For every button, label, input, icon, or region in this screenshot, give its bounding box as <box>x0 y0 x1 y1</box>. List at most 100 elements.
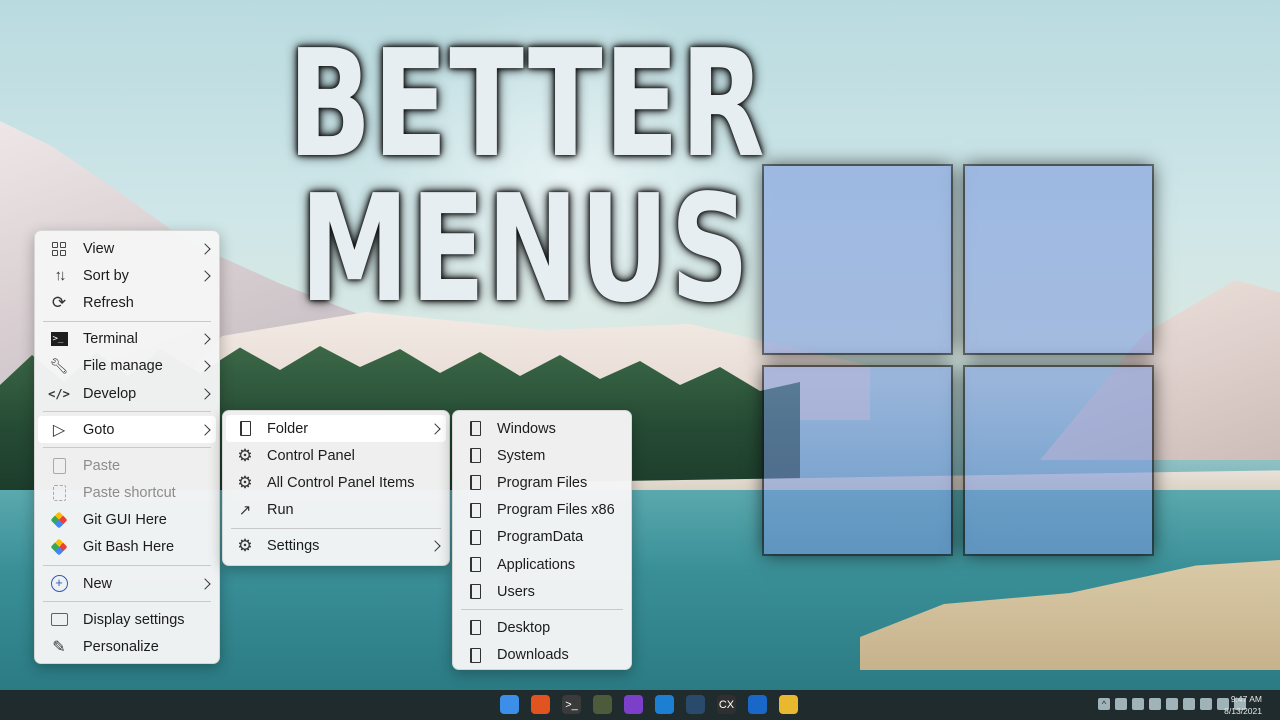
github-icon[interactable] <box>624 695 643 714</box>
menu-item-paste[interactable]: Paste <box>35 452 219 479</box>
menu-item-label: All Control Panel Items <box>267 474 415 491</box>
desktop-context-menu: View ↑↓ Sort by ⟳ Refresh >_ Terminal 🔧︎ File ma… <box>34 230 220 664</box>
menu-item-label: Display settings <box>83 611 185 628</box>
menu-separator <box>43 320 211 322</box>
chevron-up-icon[interactable]: ^ <box>1098 698 1110 710</box>
app-tray-icon[interactable] <box>1132 698 1144 710</box>
code-icon: </> <box>48 386 70 401</box>
menu-item-develop[interactable]: </> Develop <box>35 380 219 407</box>
menu-item-terminal[interactable]: >_ Terminal <box>35 326 219 353</box>
windows-logo-pane <box>764 367 951 554</box>
wrench-icon: 🔧︎ <box>49 358 69 376</box>
menu-item-label: Windows <box>497 420 556 437</box>
menu-separator <box>43 411 211 413</box>
menu-separator <box>43 601 211 603</box>
git-icon <box>49 510 69 530</box>
menu-item-display-settings[interactable]: Display settings <box>35 606 219 633</box>
chevron-right-icon <box>429 422 441 435</box>
menu-separator <box>43 565 211 567</box>
app-tray-icon[interactable] <box>1149 698 1161 710</box>
clipboard-icon <box>49 456 69 476</box>
run-arrow-icon: ↗ <box>238 502 252 520</box>
menu-item-git-gui-here[interactable]: Git GUI Here <box>35 507 219 534</box>
folder-icon <box>465 582 485 602</box>
menu-item-label: Folder <box>267 420 309 437</box>
chevron-right-icon <box>199 577 211 590</box>
chevron-right-icon <box>199 360 211 373</box>
chevron-right-icon <box>199 270 211 282</box>
menu-item-label: Paste <box>83 457 121 474</box>
gear-icon: ⚙ <box>237 536 253 556</box>
chevron-right-icon <box>429 540 441 553</box>
menu-separator <box>231 527 441 529</box>
file-explorer-icon[interactable] <box>779 695 798 714</box>
menu-item-refresh[interactable]: ⟳ Refresh <box>35 289 219 316</box>
taskbar-clock[interactable]: 9:47 AM 8/13/2021 <box>1224 693 1262 717</box>
brave-icon[interactable] <box>531 695 550 714</box>
menu-item-settings[interactable]: ⚙ Settings <box>223 533 449 560</box>
menu-separator <box>461 609 623 611</box>
windows-logo-pane <box>764 166 951 353</box>
chevron-right-icon <box>199 424 211 436</box>
app-icon[interactable] <box>593 695 612 714</box>
menu-item-file-manage[interactable]: 🔧︎ File manage <box>35 353 219 380</box>
folder-icon <box>465 419 485 439</box>
windows-logo-pane <box>965 367 1152 554</box>
clock-time: 9:47 AM <box>1230 694 1262 704</box>
menu-item-git-bash-here[interactable]: Git Bash Here <box>35 534 219 561</box>
menu-item-label: Run <box>267 502 294 519</box>
app-tray-icon[interactable] <box>1200 698 1212 710</box>
menu-item-new[interactable]: + New <box>35 570 219 597</box>
menu-item-label: Applications <box>497 556 576 573</box>
menu-item-paste-shortcut[interactable]: Paste shortcut <box>35 480 219 507</box>
menu-item-programdata[interactable]: ProgramData <box>453 524 631 551</box>
terminal-icon: >_ <box>49 329 69 349</box>
menu-item-program-files[interactable]: Program Files <box>453 469 631 496</box>
menu-item-label: Refresh <box>83 294 134 311</box>
folder-icon <box>465 645 485 665</box>
menu-item-desktop[interactable]: Desktop <box>453 614 631 641</box>
folder-icon <box>465 618 485 638</box>
app-tray-icon[interactable] <box>1166 698 1178 710</box>
steam-tray-icon[interactable] <box>1115 698 1127 710</box>
menu-item-users[interactable]: Users <box>453 578 631 605</box>
title-line-2: MENUS <box>300 163 751 335</box>
terminal-icon[interactable]: >_ <box>562 695 581 714</box>
steam-icon[interactable] <box>686 695 705 714</box>
chrome-tray-icon[interactable] <box>1183 698 1195 710</box>
menu-item-sort-by[interactable]: ↑↓ Sort by <box>35 262 219 289</box>
folder-icon <box>465 473 485 493</box>
vscode-icon[interactable] <box>655 695 674 714</box>
view-grid-icon <box>49 239 69 259</box>
menu-item-label: System <box>497 447 546 464</box>
menu-item-label: Control Panel <box>267 447 355 464</box>
menu-item-label: View <box>83 240 115 257</box>
edge-dev-icon[interactable] <box>748 695 767 714</box>
menu-item-windows[interactable]: Windows <box>453 415 631 442</box>
menu-item-downloads[interactable]: Downloads <box>453 642 631 669</box>
folder-icon <box>465 446 485 466</box>
cx-app-icon[interactable]: CX <box>717 695 736 714</box>
menu-item-label: Terminal <box>83 331 138 348</box>
menu-item-label: Program Files <box>497 474 588 491</box>
menu-item-run[interactable]: ↗ Run <box>223 497 449 524</box>
menu-item-label: Desktop <box>497 619 551 636</box>
gear-icon: ⚙ <box>237 472 253 492</box>
menu-item-system[interactable]: System <box>453 442 631 469</box>
folder-icon <box>465 500 485 520</box>
plus-circle-icon: + <box>49 574 69 594</box>
menu-item-goto[interactable]: ▷ Goto <box>38 416 216 444</box>
menu-item-control-panel[interactable]: ⚙ Control Panel <box>223 442 449 469</box>
menu-item-program-files-x86[interactable]: Program Files x86 <box>453 497 631 524</box>
clock-date: 8/13/2021 <box>1224 706 1262 716</box>
chevron-right-icon <box>199 387 211 400</box>
menu-item-label: Downloads <box>497 647 569 664</box>
menu-item-label: File manage <box>83 358 163 375</box>
menu-item-personalize[interactable]: ✎ Personalize <box>35 633 219 660</box>
menu-item-all-control-panel-items[interactable]: ⚙ All Control Panel Items <box>223 469 449 496</box>
menu-item-applications[interactable]: Applications <box>453 551 631 578</box>
windows-start-icon[interactable] <box>500 695 519 714</box>
menu-item-view[interactable]: View <box>35 235 219 262</box>
folder-icon <box>465 555 485 575</box>
menu-item-folder[interactable]: Folder <box>226 415 446 443</box>
